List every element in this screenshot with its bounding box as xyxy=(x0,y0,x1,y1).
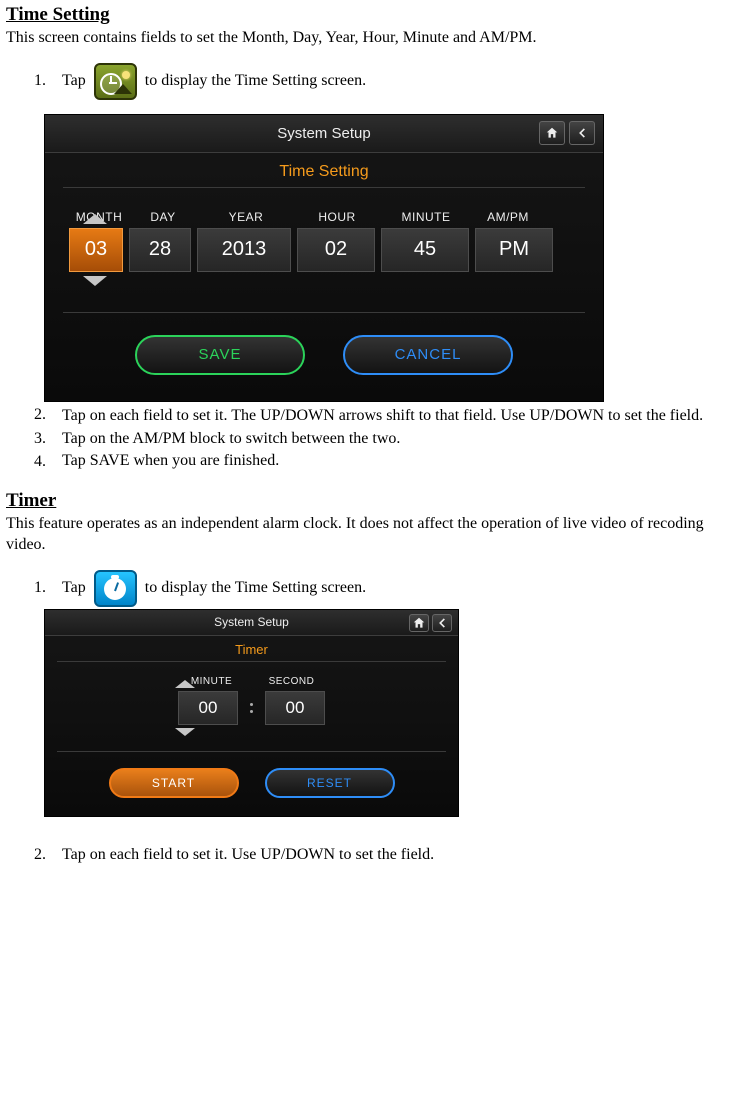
step4-row: 4. Tap SAVE when you are finished. xyxy=(34,451,737,472)
field-labels-row: MONTH DAY YEAR HOUR MINUTE AM/PM xyxy=(45,210,603,224)
heading-time-setting: Time Setting xyxy=(6,4,737,26)
step2-num: 2. xyxy=(34,406,54,424)
year-field[interactable]: 2013 xyxy=(197,228,291,272)
heading-timer: Timer xyxy=(6,490,737,512)
label-ampm: AM/PM xyxy=(473,210,543,224)
timer-step1-post: to display the Time Setting screen. xyxy=(145,578,366,599)
step3-text: Tap on the AM/PM block to switch between… xyxy=(62,429,400,450)
colon-icon xyxy=(250,703,253,713)
minute-field[interactable]: 45 xyxy=(381,228,469,272)
timer-step1-row: 1. Tap to display the Time Setting scree… xyxy=(34,570,737,607)
step3-num: 3. xyxy=(34,430,54,448)
value-row: 03 28 2013 02 45 PM xyxy=(45,228,603,272)
timer-value-row: 00 00 xyxy=(45,691,458,725)
timer-second-field[interactable]: 00 xyxy=(265,691,325,725)
home-icon xyxy=(545,126,559,140)
back-button-2[interactable] xyxy=(432,614,452,632)
day-field[interactable]: 28 xyxy=(129,228,191,272)
label-day: DAY xyxy=(129,210,197,224)
step4-num: 4. xyxy=(34,453,54,471)
back-button[interactable] xyxy=(569,121,595,145)
arrow-up-icon-2[interactable] xyxy=(175,680,195,688)
chevron-left-icon xyxy=(435,616,449,630)
reset-button[interactable]: RESET xyxy=(265,768,395,798)
cancel-button[interactable]: CANCEL xyxy=(343,335,513,375)
screen-subtitle: Time Setting xyxy=(45,153,603,187)
hour-field[interactable]: 02 xyxy=(297,228,375,272)
home-button[interactable] xyxy=(539,121,565,145)
intro-time-setting: This screen contains fields to set the M… xyxy=(6,28,737,49)
timer-minute-field[interactable]: 00 xyxy=(178,691,238,725)
timer-step1-num: 1. xyxy=(34,579,54,597)
step2-row: 2. Tap on each field to set it. The UP/D… xyxy=(34,406,737,427)
arrow-down-icon[interactable] xyxy=(83,276,107,286)
month-field[interactable]: 03 xyxy=(69,228,123,272)
timer-step2-row: 2. Tap on each field to set it. Use UP/D… xyxy=(34,845,737,866)
step3-row: 3. Tap on the AM/PM block to switch betw… xyxy=(34,429,737,450)
step1-pre: Tap xyxy=(62,71,86,92)
label-second: SECOND xyxy=(262,676,322,687)
clock-landscape-icon xyxy=(94,63,137,100)
chevron-left-icon xyxy=(575,126,589,140)
screen-subtitle-2: Timer xyxy=(45,636,458,661)
intro-timer: This feature operates as an independent … xyxy=(6,514,737,556)
step1-num: 1. xyxy=(34,72,54,90)
home-button-2[interactable] xyxy=(409,614,429,632)
ampm-field[interactable]: PM xyxy=(475,228,553,272)
system-setup-header-2: System Setup xyxy=(45,610,458,636)
label-minute: MINUTE xyxy=(379,210,473,224)
step2-text: Tap on each field to set it. The UP/DOWN… xyxy=(62,406,737,427)
timer-icon xyxy=(94,570,137,607)
arrow-down-icon-2[interactable] xyxy=(175,728,195,736)
timer-step2-num: 2. xyxy=(34,846,54,864)
system-setup-title-2: System Setup xyxy=(214,615,289,629)
save-button[interactable]: SAVE xyxy=(135,335,305,375)
label-hour: HOUR xyxy=(295,210,379,224)
time-setting-screenshot: System Setup Time Setting MONTH DAY YEAR… xyxy=(44,114,604,402)
label-year: YEAR xyxy=(197,210,295,224)
step1-row: 1. Tap to display the Time Setting scree… xyxy=(34,63,737,100)
timer-screenshot: System Setup Timer MINUTE SECOND 00 00 xyxy=(44,609,459,817)
arrow-up-icon[interactable] xyxy=(83,214,107,224)
timer-step2-text: Tap on each field to set it. Use UP/DOWN… xyxy=(62,845,434,866)
home-icon xyxy=(412,616,426,630)
system-setup-header: System Setup xyxy=(45,115,603,153)
step4-text: Tap SAVE when you are finished. xyxy=(62,451,279,472)
timer-labels-row: MINUTE SECOND xyxy=(45,676,458,687)
system-setup-title: System Setup xyxy=(277,125,370,142)
step1-post: to display the Time Setting screen. xyxy=(145,71,366,92)
start-button[interactable]: START xyxy=(109,768,239,798)
timer-step1-pre: Tap xyxy=(62,578,86,599)
